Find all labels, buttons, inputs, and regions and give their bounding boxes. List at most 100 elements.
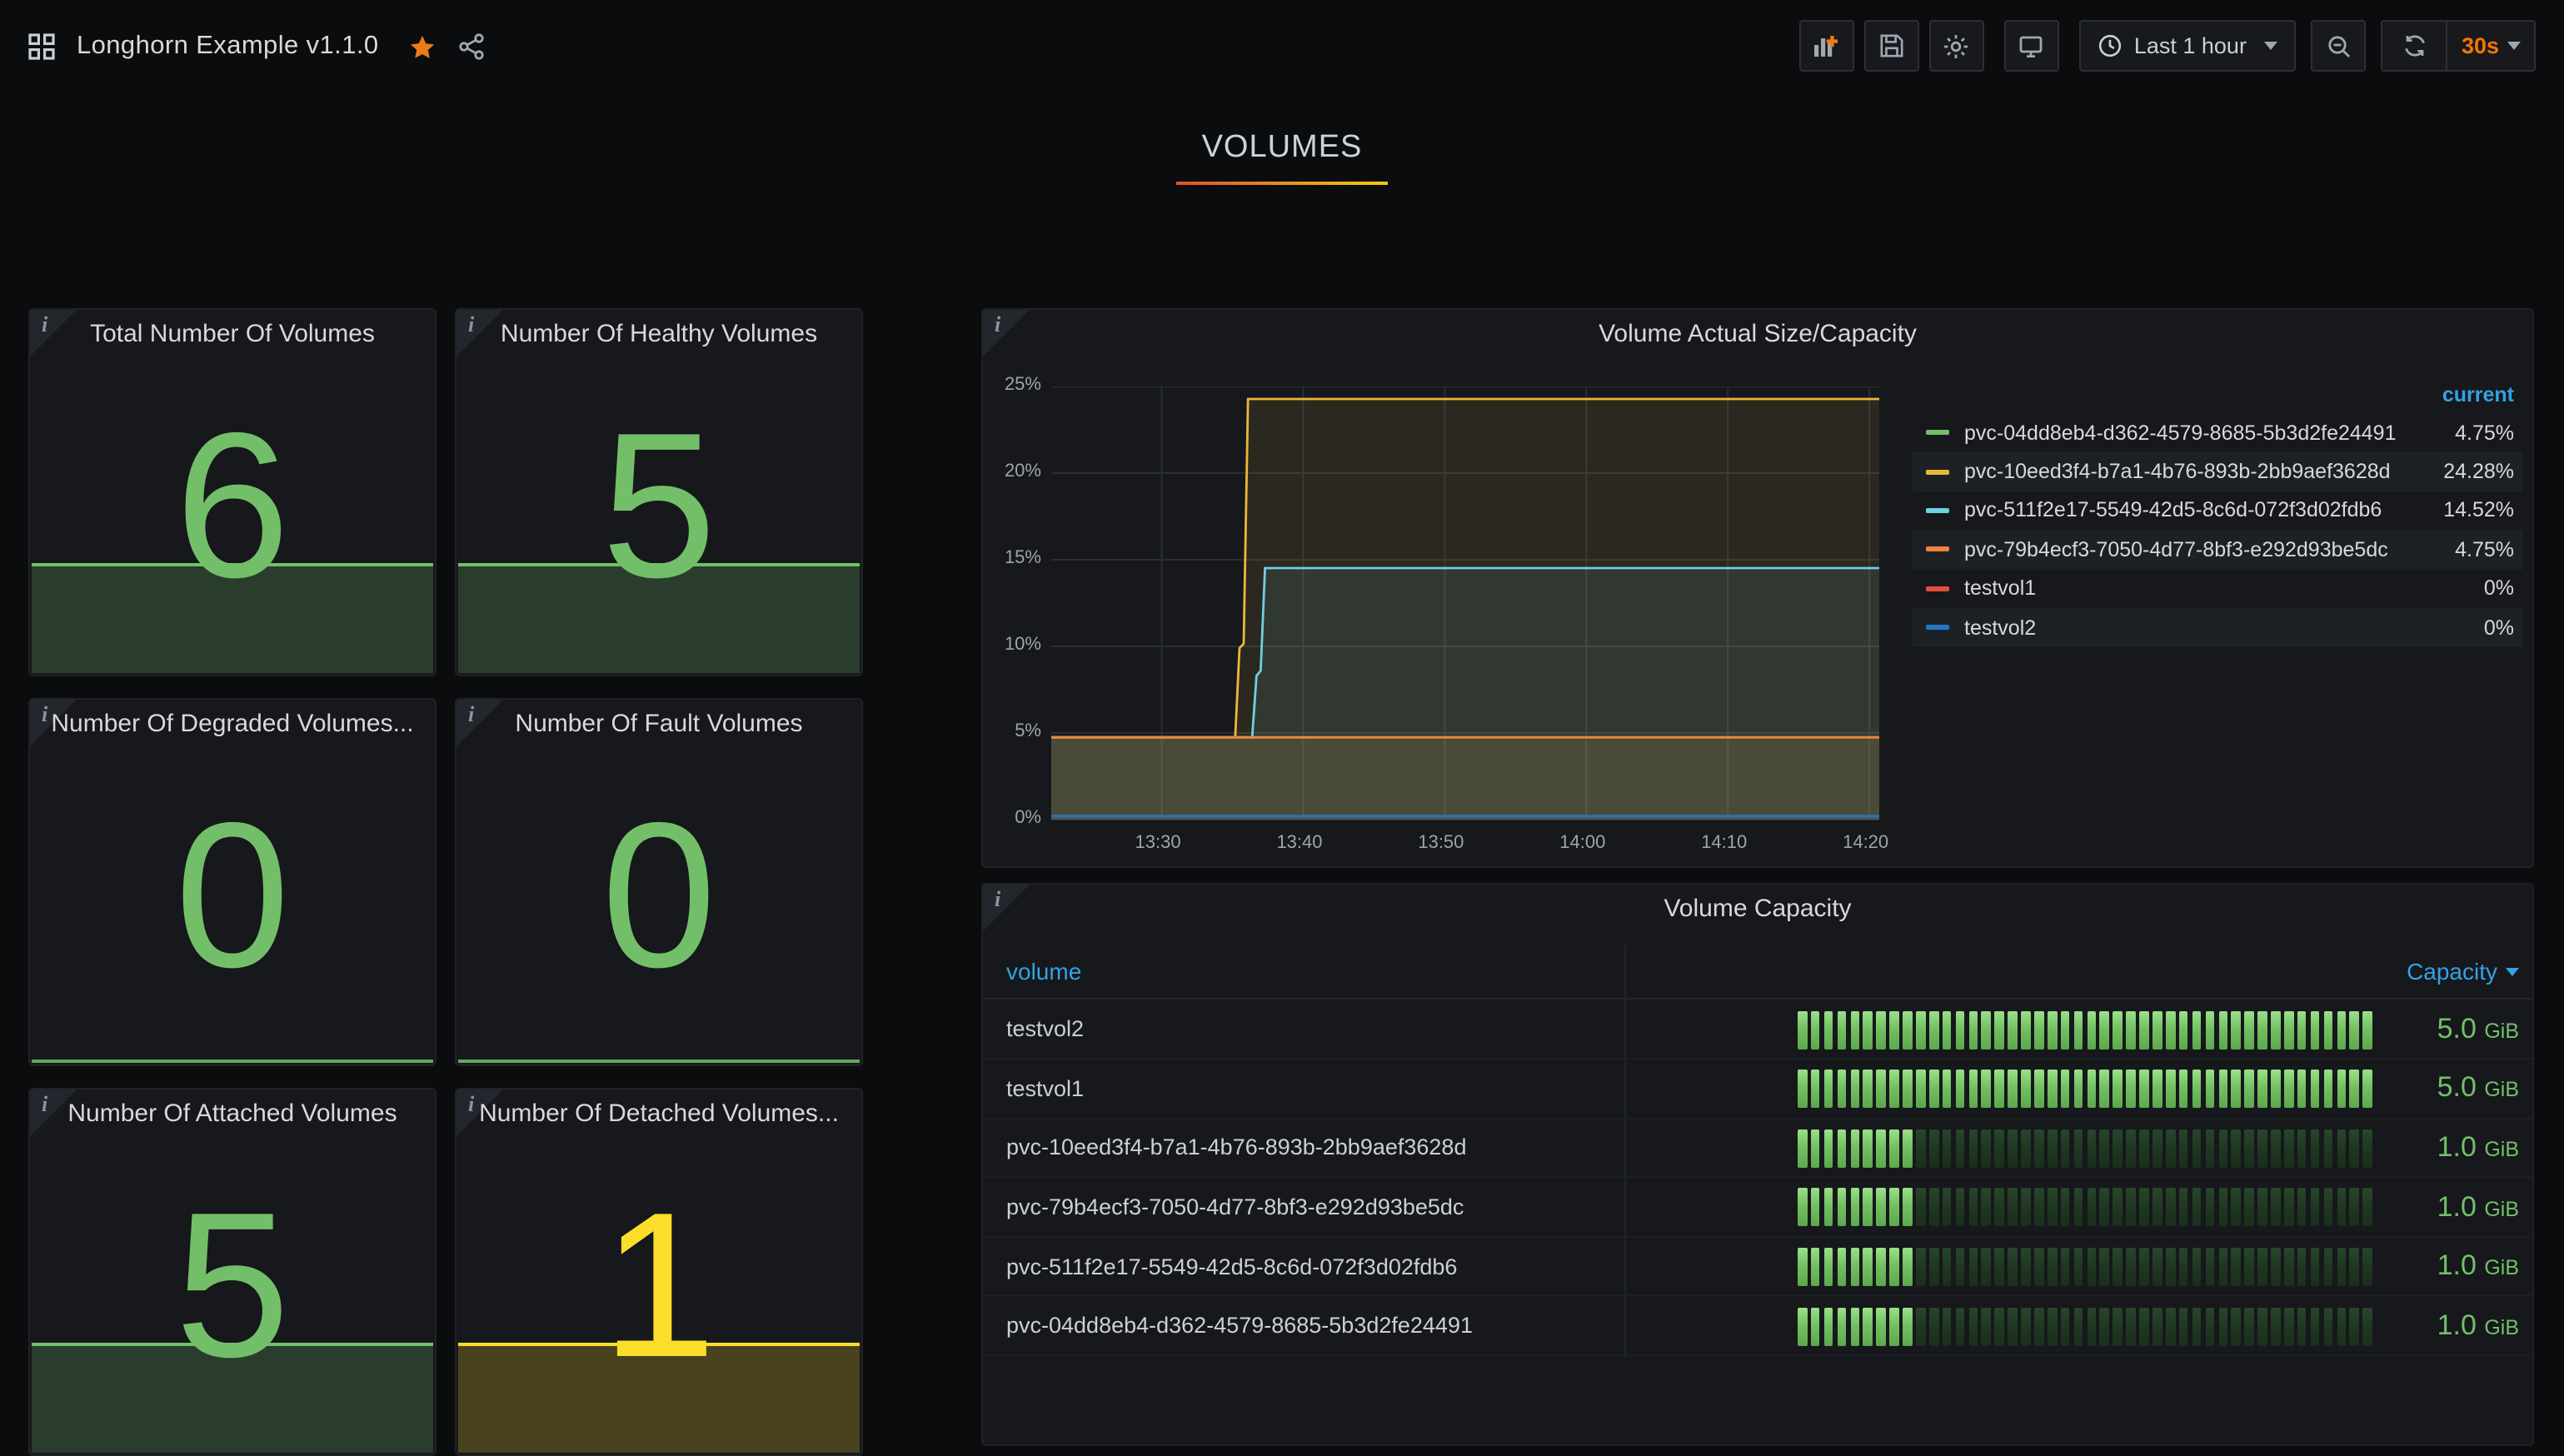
capacity-lcd-gauge: [1798, 1129, 2386, 1167]
navbar: Longhorn Example v1.1.0: [0, 0, 2564, 93]
volume-name: testvol2: [983, 1017, 1084, 1042]
stat-sparkline: [458, 1343, 860, 1453]
x-axis-tick: 13:40: [1276, 833, 1322, 853]
chevron-down-icon: [2265, 42, 2278, 50]
panel-title[interactable]: Number Of Attached Volumes: [30, 1099, 435, 1128]
section-underline: [1176, 182, 1388, 185]
capacity-value: 1.0 GiB: [2437, 1309, 2519, 1343]
stat-value: 0: [456, 793, 861, 1000]
panel-title[interactable]: Volume Actual Size/Capacity: [983, 320, 2532, 348]
table-row: pvc-511f2e17-5549-42d5-8c6d-072f3d02fdb6…: [983, 1238, 2532, 1297]
zoom-out-button[interactable]: [2312, 20, 2367, 72]
legend-series-name: pvc-79b4ecf3-7050-4d77-8bf3-e292d93be5dc: [1964, 538, 2455, 561]
legend-series-swatch: [1926, 469, 1949, 474]
legend-series-name: testvol2: [1964, 616, 2484, 639]
refresh-interval-dropdown[interactable]: 30s: [2448, 22, 2534, 70]
legend-series-current-value: 4.75%: [2455, 421, 2514, 444]
panel-title[interactable]: Number Of Fault Volumes: [456, 710, 861, 738]
section-header-volumes: VOLUMES: [0, 130, 2564, 185]
stat-sparkline: [32, 563, 433, 673]
tv-mode-button[interactable]: [2004, 20, 2059, 72]
stat-panel: i Number Of Detached Volumes... 1: [455, 1088, 863, 1456]
legend-series-swatch: [1926, 430, 1949, 435]
legend-item[interactable]: pvc-10eed3f4-b7a1-4b76-893b-2bb9aef3628d…: [1913, 452, 2522, 491]
capacity-value: 1.0 GiB: [2437, 1190, 2519, 1224]
x-axis-tick: 14:10: [1701, 833, 1747, 853]
panel-title[interactable]: Number Of Detached Volumes...: [456, 1099, 861, 1128]
share-icon[interactable]: [459, 33, 486, 60]
legend-item[interactable]: pvc-04dd8eb4-d362-4579-8685-5b3d2fe24491…: [1913, 413, 2522, 452]
stat-panel: i Number Of Attached Volumes 5: [28, 1088, 436, 1456]
sort-desc-icon: [2506, 967, 2519, 975]
legend-item[interactable]: testvol1 0%: [1913, 569, 2522, 608]
y-axis-tick: 10%: [1005, 635, 1041, 655]
dashboard-grid-icon[interactable]: [28, 33, 55, 60]
column-header-capacity[interactable]: Capacity: [2407, 958, 2519, 985]
add-panel-button[interactable]: [1799, 20, 1854, 72]
refresh-button[interactable]: [2383, 22, 2448, 70]
capacity-value: 5.0 GiB: [2437, 1013, 2519, 1046]
section-title: VOLUMES: [0, 130, 2564, 167]
y-axis-tick: 15%: [1005, 548, 1041, 568]
x-axis-tick: 13:50: [1418, 833, 1464, 853]
legend-series-swatch: [1926, 547, 1949, 552]
legend-series-current-value: 14.52%: [2443, 499, 2514, 522]
capacity-lcd-gauge: [1798, 1010, 2386, 1049]
volume-name: pvc-04dd8eb4-d362-4579-8685-5b3d2fe24491: [983, 1314, 1473, 1339]
stat-value: 0: [30, 793, 435, 1000]
time-range-label: Last 1 hour: [2134, 33, 2247, 58]
y-axis-tick: 20%: [1005, 461, 1041, 481]
y-axis-tick: 0%: [1015, 808, 1041, 828]
grafana-dashboard: Longhorn Example v1.1.0: [0, 0, 2564, 1443]
column-header-volume[interactable]: volume: [983, 958, 1081, 985]
volume-name: pvc-10eed3f4-b7a1-4b76-893b-2bb9aef3628d: [983, 1135, 1466, 1160]
chart-legend: current pvc-04dd8eb4-d362-4579-8685-5b3d…: [1913, 383, 2522, 647]
time-range-picker[interactable]: Last 1 hour: [2079, 20, 2297, 72]
dashboard-settings-button[interactable]: [1929, 20, 1984, 72]
chevron-down-icon: [2507, 42, 2521, 50]
volume-name: pvc-511f2e17-5549-42d5-8c6d-072f3d02fdb6: [983, 1254, 1457, 1279]
capacity-lcd-gauge: [1798, 1070, 2386, 1108]
legend-series-name: pvc-04dd8eb4-d362-4579-8685-5b3d2fe24491: [1964, 421, 2455, 444]
x-axis-tick: 14:20: [1843, 833, 1888, 853]
legend-series-swatch: [1926, 625, 1949, 630]
table-row: pvc-79b4ecf3-7050-4d77-8bf3-e292d93be5dc…: [983, 1179, 2532, 1238]
stat-panel: i Number Of Fault Volumes 0: [455, 698, 863, 1066]
panel-title[interactable]: Total Number Of Volumes: [30, 320, 435, 348]
capacity-value: 1.0 GiB: [2437, 1131, 2519, 1164]
panel-title[interactable]: Number Of Degraded Volumes...: [30, 710, 435, 738]
y-axis-tick: 5%: [1015, 721, 1041, 741]
panel-title[interactable]: Volume Capacity: [983, 895, 2532, 923]
legend-series-swatch: [1926, 508, 1949, 513]
legend-series-current-value: 0%: [2484, 577, 2514, 601]
save-dashboard-button[interactable]: [1864, 20, 1919, 72]
timeseries-plot[interactable]: [1051, 386, 1879, 821]
stat-panel: i Number Of Healthy Volumes 5: [455, 308, 863, 676]
legend-series-name: pvc-511f2e17-5549-42d5-8c6d-072f3d02fdb6: [1964, 499, 2443, 522]
legend-series-current-value: 24.28%: [2443, 460, 2514, 483]
capacity-value: 5.0 GiB: [2437, 1072, 2519, 1105]
stat-sparkline: [458, 563, 860, 673]
y-axis-tick: 25%: [1005, 375, 1041, 395]
table-row: testvol1 5.0 GiB: [983, 1060, 2532, 1119]
refresh-control: 30s: [2382, 20, 2536, 72]
capacity-value: 1.0 GiB: [2437, 1249, 2519, 1283]
table-row: pvc-10eed3f4-b7a1-4b76-893b-2bb9aef3628d…: [983, 1119, 2532, 1178]
refresh-interval-label: 30s: [2462, 33, 2499, 58]
legend-series-swatch: [1926, 586, 1949, 591]
legend-item[interactable]: pvc-511f2e17-5549-42d5-8c6d-072f3d02fdb6…: [1913, 491, 2522, 531]
panel-title[interactable]: Number Of Healthy Volumes: [456, 320, 861, 348]
stat-sparkline: [458, 1060, 860, 1063]
capacity-lcd-gauge: [1798, 1248, 2386, 1286]
x-axis-tick: 13:30: [1135, 833, 1181, 853]
table-header: volume Capacity: [983, 945, 2532, 1000]
legend-series-name: testvol1: [1964, 577, 2484, 601]
stat-panel: i Total Number Of Volumes 6: [28, 308, 436, 676]
capacity-lcd-gauge: [1798, 1189, 2386, 1227]
legend-value-header[interactable]: current: [1913, 383, 2522, 413]
legend-item[interactable]: pvc-79b4ecf3-7050-4d77-8bf3-e292d93be5dc…: [1913, 530, 2522, 569]
legend-series-current-value: 0%: [2484, 616, 2514, 639]
star-icon[interactable]: [409, 32, 437, 61]
legend-item[interactable]: testvol2 0%: [1913, 608, 2522, 647]
x-axis-tick: 14:00: [1559, 833, 1605, 853]
